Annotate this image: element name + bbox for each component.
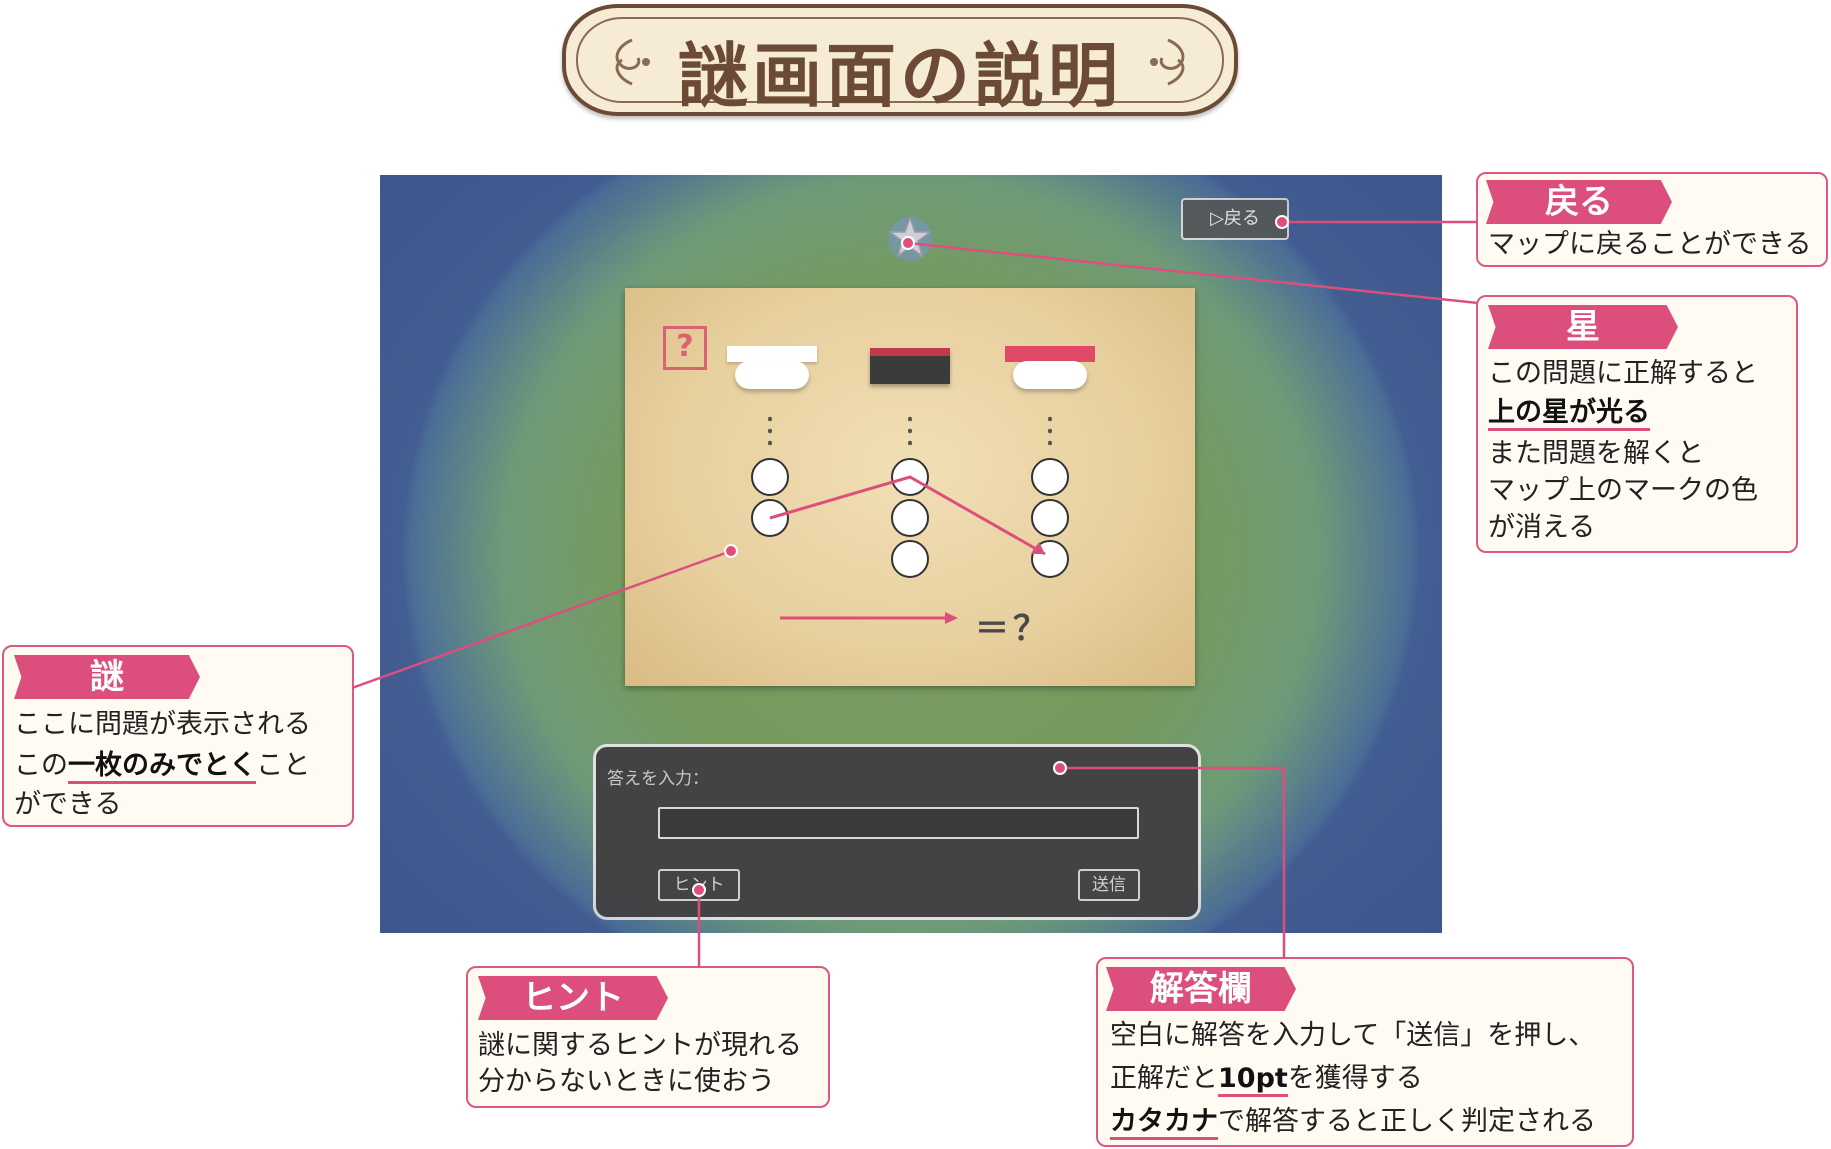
text-segment: この	[14, 750, 68, 781]
callout-tag: 謎	[14, 655, 200, 699]
callout-text: マップ上のマークの色	[1488, 475, 1758, 506]
callout-hint: ヒント 謎に関するヒントが現れる 分からないときに使おう	[466, 966, 830, 1108]
callout-text: ここに問題が表示される	[14, 709, 311, 740]
callout-answer: 解答欄 空白に解答を入力して「送信」を押し、 正解だと10ptを獲得する カタカ…	[1096, 957, 1634, 1147]
callout-text: カタカナで解答すると正しく判定される	[1110, 1103, 1596, 1140]
callout-tag: 解答欄	[1106, 967, 1296, 1011]
callout-text: この一枚のみでとくこと	[14, 747, 310, 784]
text-segment: こと	[256, 750, 311, 781]
callout-tag: 星	[1488, 305, 1678, 349]
callout-star: 星 この問題に正解すると 上の星が光る また問題を解くと マップ上のマークの色 …	[1476, 295, 1798, 553]
emphasis: 10pt	[1218, 1063, 1288, 1097]
callout-text: 謎に関するヒントが現れる	[478, 1030, 802, 1061]
callout-text: マップに戻ることができる	[1488, 229, 1812, 260]
emphasis: 一枚のみでとく	[68, 750, 257, 784]
text-segment: で解答すると正しく判定される	[1218, 1106, 1596, 1137]
callout-text: 空白に解答を入力して「送信」を押し、	[1110, 1020, 1596, 1051]
callout-tag: ヒント	[478, 976, 668, 1020]
callout-text: ができる	[14, 789, 122, 820]
emphasis: カタカナ	[1110, 1106, 1218, 1140]
emphasis: 上の星が光る	[1488, 397, 1650, 431]
callout-tag: 戻る	[1486, 180, 1672, 224]
callout-text: が消える	[1488, 512, 1596, 543]
callout-text: この問題に正解すると	[1488, 358, 1758, 389]
text-segment: 正解だと	[1110, 1063, 1218, 1094]
callout-text: また問題を解くと	[1488, 438, 1704, 469]
callout-text: 分からないときに使おう	[478, 1066, 775, 1097]
callout-back: 戻る マップに戻ることができる	[1476, 172, 1828, 267]
callout-puzzle: 謎 ここに問題が表示される この一枚のみでとくこと ができる	[2, 645, 354, 827]
callout-text: 正解だと10ptを獲得する	[1110, 1060, 1423, 1097]
text-segment: を獲得する	[1287, 1063, 1423, 1094]
callout-text: 上の星が光る	[1488, 394, 1650, 431]
